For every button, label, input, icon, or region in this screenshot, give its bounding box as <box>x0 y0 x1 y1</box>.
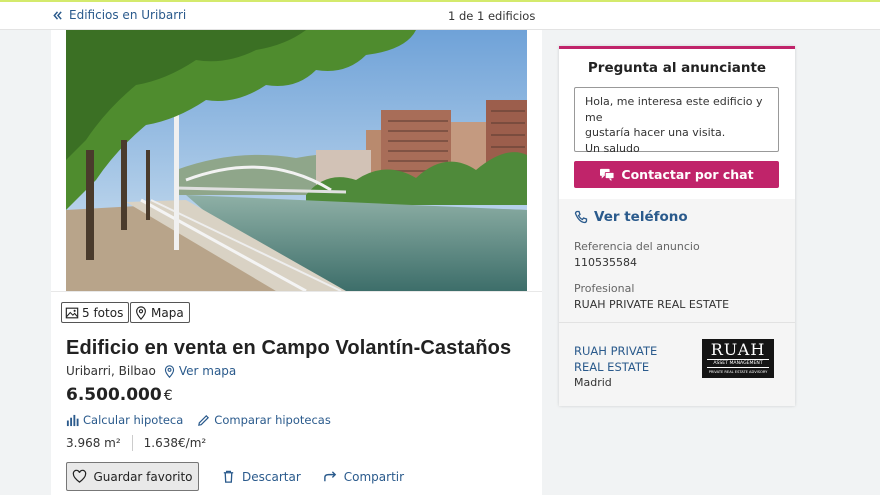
listing-counter: 1 de 1 edificios <box>448 9 536 23</box>
advertiser-info: Ver teléfono Referencia del anuncio 1105… <box>559 199 795 406</box>
see-phone-link[interactable]: Ver teléfono <box>574 209 688 225</box>
discard-link[interactable]: Descartar <box>221 469 301 484</box>
see-map-link[interactable]: Ver mapa <box>163 364 236 378</box>
pencil-icon <box>198 414 210 426</box>
feature-price-per-m2: 1.638€/m² <box>143 436 207 450</box>
map-pin-icon <box>164 364 174 378</box>
message-line-1: Hola, me interesa este edificio y me <box>585 95 763 124</box>
heart-icon <box>73 469 87 483</box>
phone-icon <box>574 210 588 224</box>
map-button[interactable]: Mapa <box>130 302 190 323</box>
share-label: Compartir <box>343 469 405 484</box>
location-text: Uribarri, Bilbao <box>66 364 156 378</box>
map-pin-icon <box>136 305 146 320</box>
contact-message-textarea[interactable]: Hola, me interesa este edificio y me gus… <box>574 87 779 155</box>
logo-main-text: RUAH <box>710 340 766 359</box>
trash-icon <box>223 470 234 483</box>
calculate-mortgage-label: Calcular hipoteca <box>83 413 184 427</box>
back-to-list-link[interactable]: Edificios en Uribarri <box>52 8 186 22</box>
message-line-3: Un saludo <box>585 141 640 155</box>
double-chevron-left-icon <box>53 10 62 20</box>
professional-value: RUAH PRIVATE REAL ESTATE <box>574 298 730 311</box>
chart-bars-icon <box>66 414 79 426</box>
logo-tag-text: PRIVATE REAL ESTATE ADVISORY <box>708 370 768 374</box>
listing-main-card: 5 fotos Mapa Edificio en venta en Campo … <box>51 30 542 495</box>
calculate-mortgage-link[interactable]: Calcular hipoteca <box>66 413 183 427</box>
agency-logo[interactable]: RUAH ASSET MANAGEMENT PRIVATE REAL ESTAT… <box>702 339 774 378</box>
professional-label: Profesional <box>574 282 635 295</box>
logo-sub-text: ASSET MANAGEMENT <box>707 359 769 368</box>
contact-title: Pregunta al anunciante <box>587 60 767 76</box>
listing-features: 3.968 m² 1.638€/m² <box>66 435 206 451</box>
listing-location: Uribarri, Bilbao Ver mapa <box>66 364 236 378</box>
reference-label: Referencia del anuncio <box>574 240 700 253</box>
chat-icon <box>600 168 615 181</box>
agency-city: Madrid <box>574 376 612 389</box>
save-favorite-label: Guardar favorito <box>93 469 193 484</box>
back-link-label: Edificios en Uribarri <box>69 8 187 22</box>
share-link[interactable]: Compartir <box>323 469 404 484</box>
contact-chat-label: Contactar por chat <box>621 167 754 182</box>
listing-price: 6.500.000 € <box>66 385 173 405</box>
reference-value: 110535584 <box>574 256 637 269</box>
listing-actions: Guardar favorito Descartar Compartir <box>66 462 404 491</box>
photos-button[interactable]: 5 fotos <box>61 302 130 323</box>
see-map-label: Ver mapa <box>178 364 237 378</box>
contact-chat-button[interactable]: Contactar por chat <box>574 161 779 188</box>
compare-mortgages-link[interactable]: Comparar hipotecas <box>197 413 331 427</box>
contact-panel: Pregunta al anunciante Hola, me interesa… <box>559 46 795 406</box>
save-favorite-button[interactable]: Guardar favorito <box>66 462 199 491</box>
listing-title: Edificio en venta en Campo Volantín-Cast… <box>66 337 512 359</box>
main-photo[interactable] <box>66 30 527 291</box>
compare-mortgages-label: Comparar hipotecas <box>214 413 331 427</box>
map-label: Mapa <box>151 305 184 320</box>
photos-count-label: 5 fotos <box>82 305 124 320</box>
feature-area: 3.968 m² <box>66 436 121 450</box>
top-navigation-bar: Edificios en Uribarri 1 de 1 edificios <box>0 2 880 30</box>
mortgage-links: Calcular hipoteca Comparar hipotecas <box>66 413 331 427</box>
share-arrow-icon <box>323 471 336 482</box>
see-phone-label: Ver teléfono <box>594 209 688 225</box>
feature-divider <box>131 435 133 451</box>
price-value: 6.500.000 <box>66 385 162 405</box>
discard-label: Descartar <box>242 469 301 484</box>
agency-name-link[interactable]: RUAH PRIVATE REAL ESTATE <box>574 344 674 375</box>
advertiser-divider <box>559 322 795 323</box>
image-icon <box>65 307 79 318</box>
message-line-2: gustaría hacer una visita. <box>585 126 726 139</box>
photo-divider <box>51 291 542 292</box>
price-currency: € <box>163 388 173 404</box>
